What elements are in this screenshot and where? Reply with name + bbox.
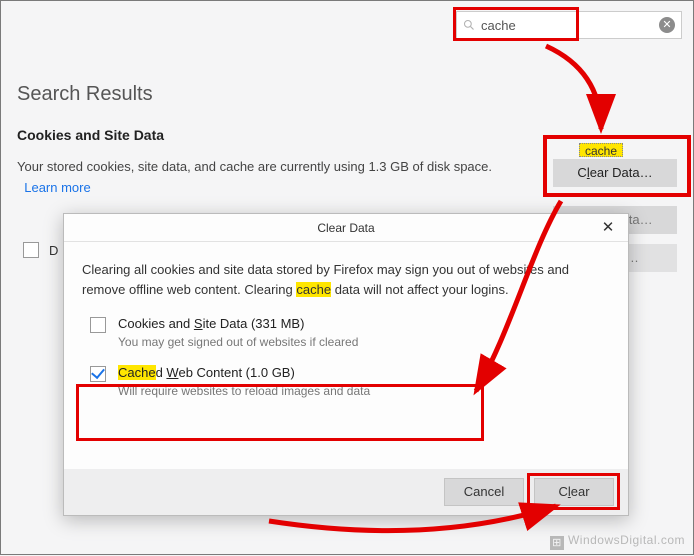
option-cookies[interactable]: Cookies and Site Data (331 MB) You may g…	[82, 316, 610, 349]
cookies-description: Your stored cookies, site data, and cach…	[17, 157, 527, 199]
clear-data-dialog: Clear Data ✕ Clearing all cookies and si…	[63, 213, 629, 516]
learn-more-link[interactable]: Learn more	[24, 180, 90, 195]
search-icon	[463, 19, 475, 31]
delete-close-label: D	[49, 243, 58, 258]
watermark: ⊞WindowsDigital.com	[550, 533, 685, 550]
dialog-title: Clear Data	[317, 221, 374, 235]
close-icon[interactable]: ✕	[588, 214, 628, 242]
dialog-title-bar: Clear Data ✕	[64, 214, 628, 242]
option-cache-sub: Will require websites to reload images a…	[118, 384, 370, 398]
cookies-section-heading: Cookies and Site Data	[17, 127, 164, 143]
highlight-cache: cache	[296, 282, 331, 297]
dialog-footer: Cancel Clear	[64, 469, 628, 515]
clear-data-label: Clear Data…	[577, 165, 652, 180]
dialog-body-text: Clearing all cookies and site data store…	[82, 260, 610, 300]
clear-data-button[interactable]: Clear Data…	[553, 159, 677, 187]
search-bar[interactable]: ✕	[456, 11, 682, 39]
option-cookies-label: Cookies and Site Data (331 MB)	[118, 316, 358, 331]
cancel-button[interactable]: Cancel	[444, 478, 524, 506]
option-cache[interactable]: Cached Web Content (1.0 GB) Will require…	[82, 365, 610, 398]
cookies-checkbox[interactable]	[90, 317, 106, 333]
highlight-cache-tag: cache	[579, 143, 623, 157]
clear-search-icon[interactable]: ✕	[659, 17, 675, 33]
clear-button[interactable]: Clear	[534, 478, 614, 506]
option-cache-label: Cached Web Content (1.0 GB)	[118, 365, 370, 380]
option-cookies-sub: You may get signed out of websites if cl…	[118, 335, 358, 349]
delete-close-checkbox[interactable]	[23, 242, 39, 258]
search-input[interactable]	[481, 18, 659, 33]
description-text: Your stored cookies, site data, and cach…	[17, 159, 492, 174]
watermark-icon: ⊞	[550, 536, 564, 550]
cache-checkbox[interactable]	[90, 366, 106, 382]
search-results-heading: Search Results	[17, 83, 153, 106]
delete-close-row[interactable]: D	[23, 242, 58, 258]
